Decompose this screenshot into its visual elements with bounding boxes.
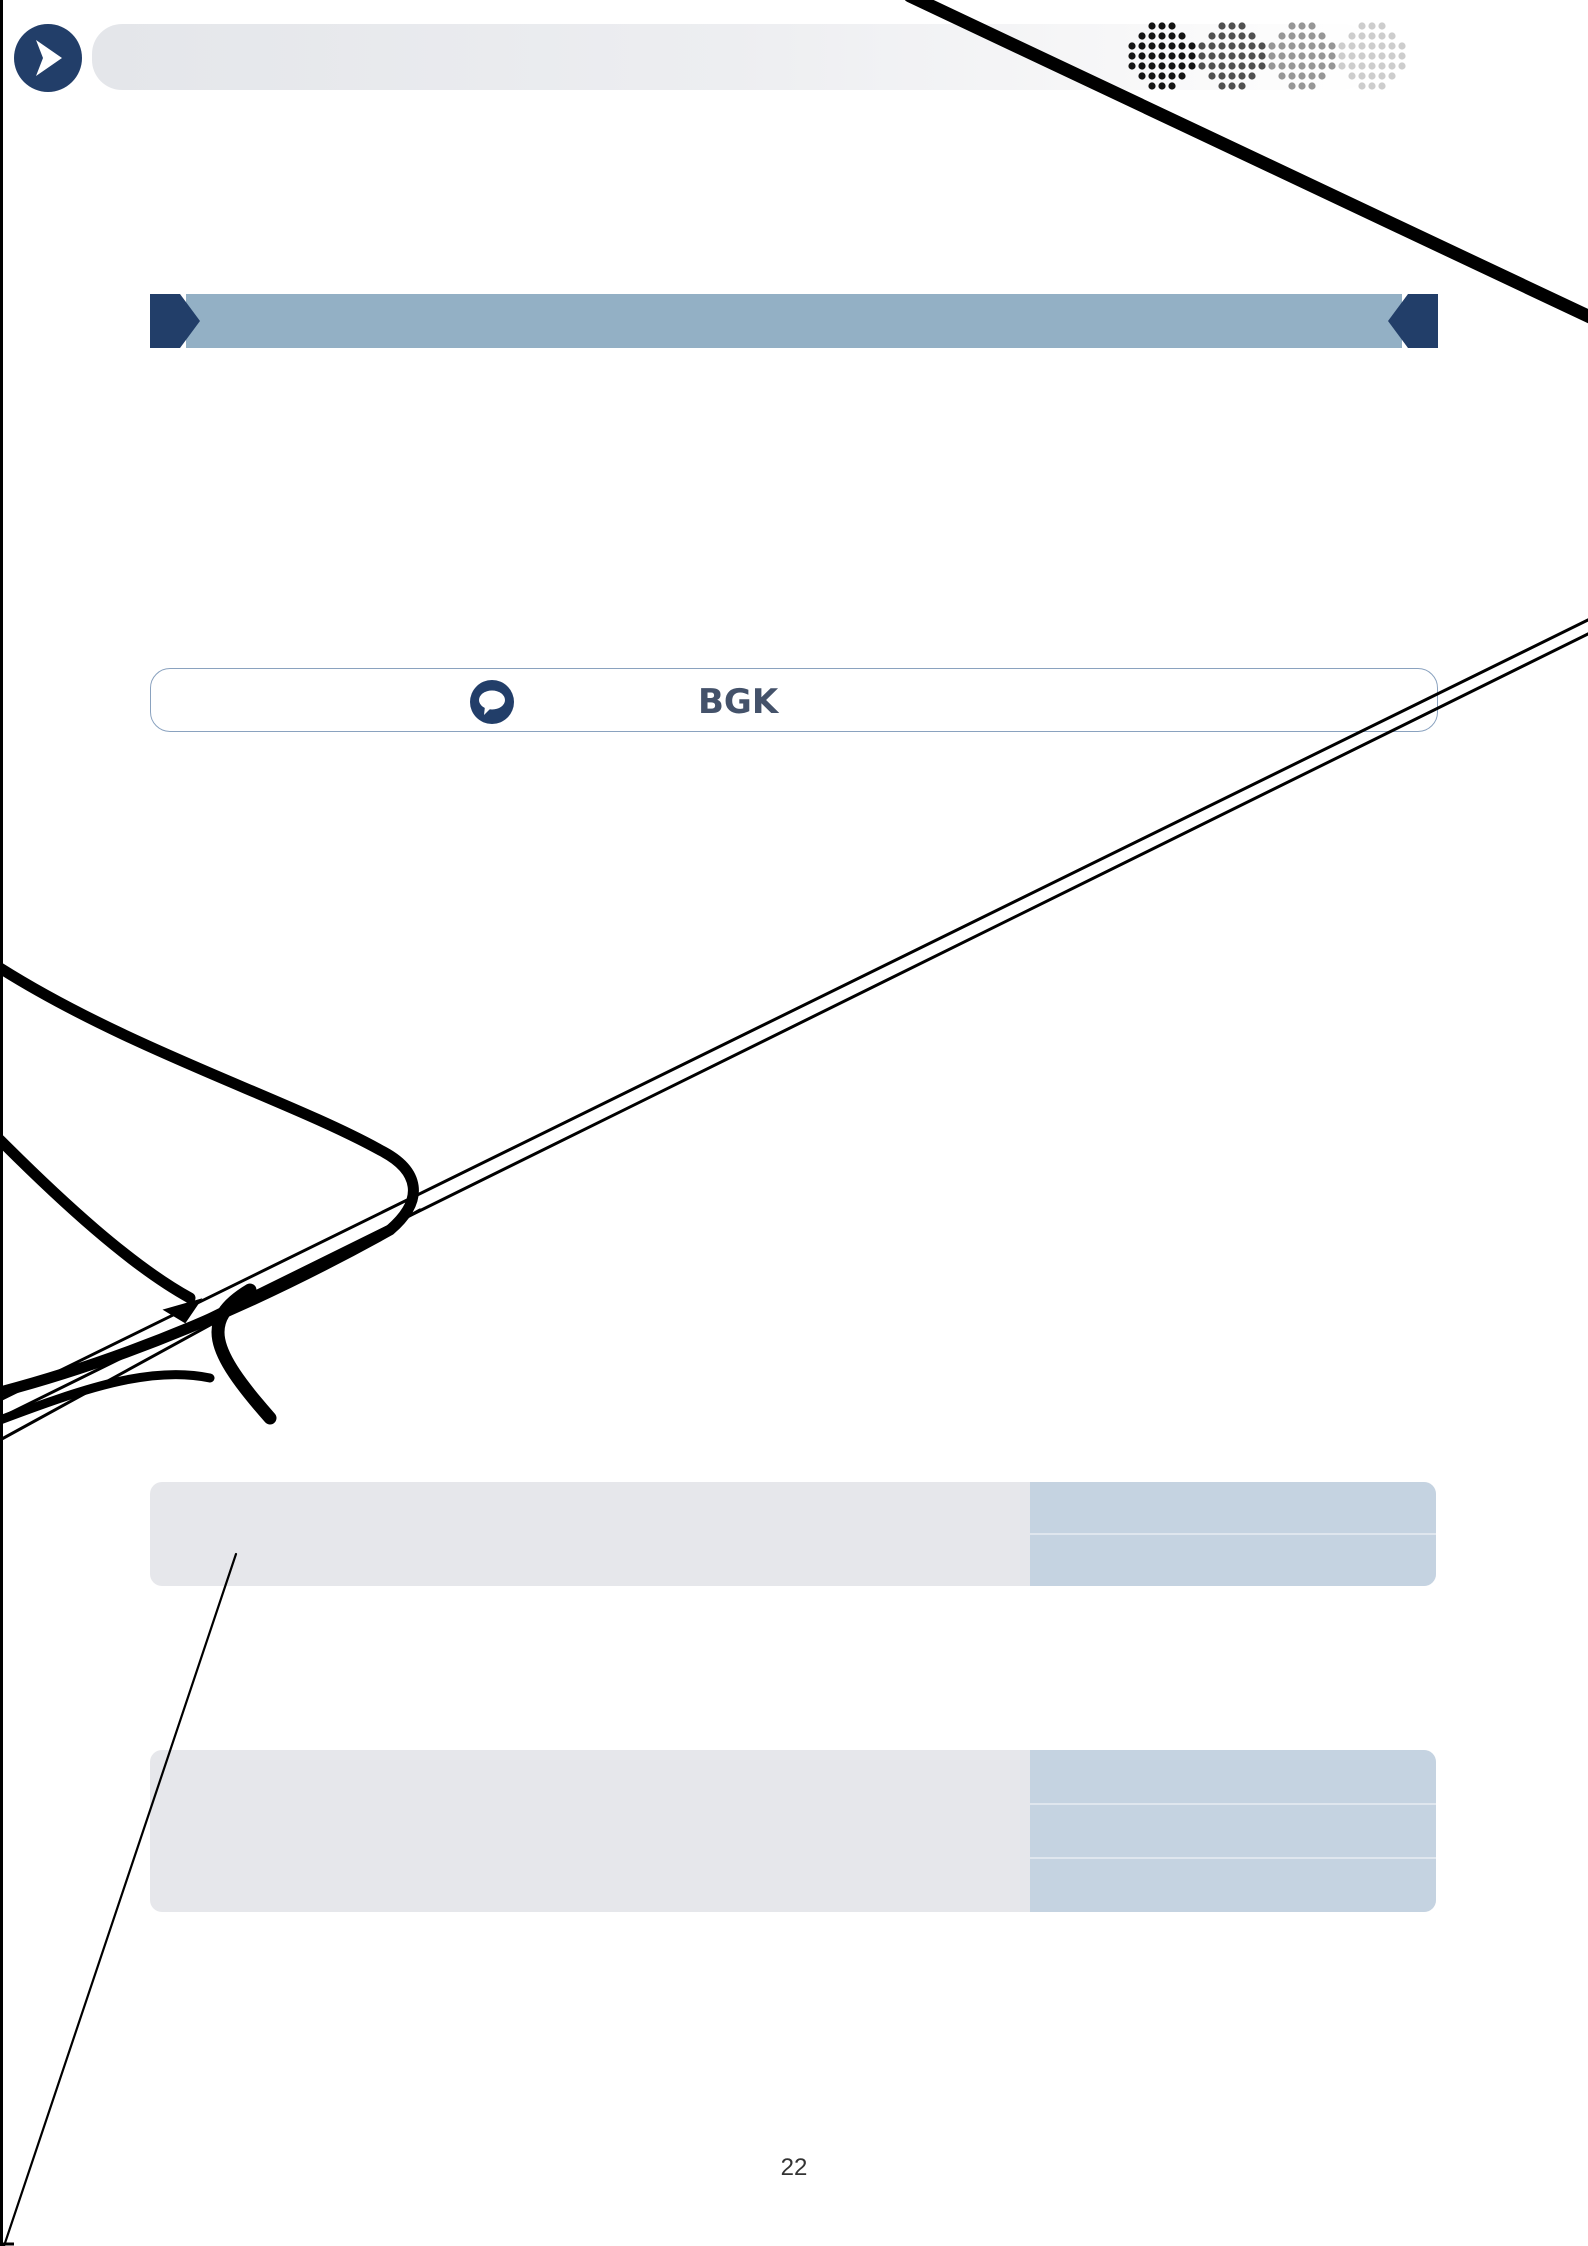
page-number: 22 <box>780 2154 808 2181</box>
value-column <box>1030 1482 1436 1586</box>
value-column <box>1030 1750 1436 1912</box>
info-label: BGK <box>698 682 779 722</box>
data-table <box>150 1750 1436 1912</box>
nav-chevron-button[interactable] <box>14 24 82 92</box>
table-cell <box>1030 1533 1436 1586</box>
table-cell <box>1030 1802 1436 1858</box>
chevron-right-icon <box>36 40 62 76</box>
chat-bubble-icon <box>470 680 514 724</box>
info-strip <box>150 668 1438 732</box>
dot-arrow-pattern <box>1128 22 1406 90</box>
table-cell <box>1030 1482 1436 1533</box>
table-cell <box>1030 1857 1436 1912</box>
section-title-banner <box>150 294 1438 348</box>
table-cell <box>1030 1750 1436 1803</box>
data-table <box>150 1482 1436 1586</box>
